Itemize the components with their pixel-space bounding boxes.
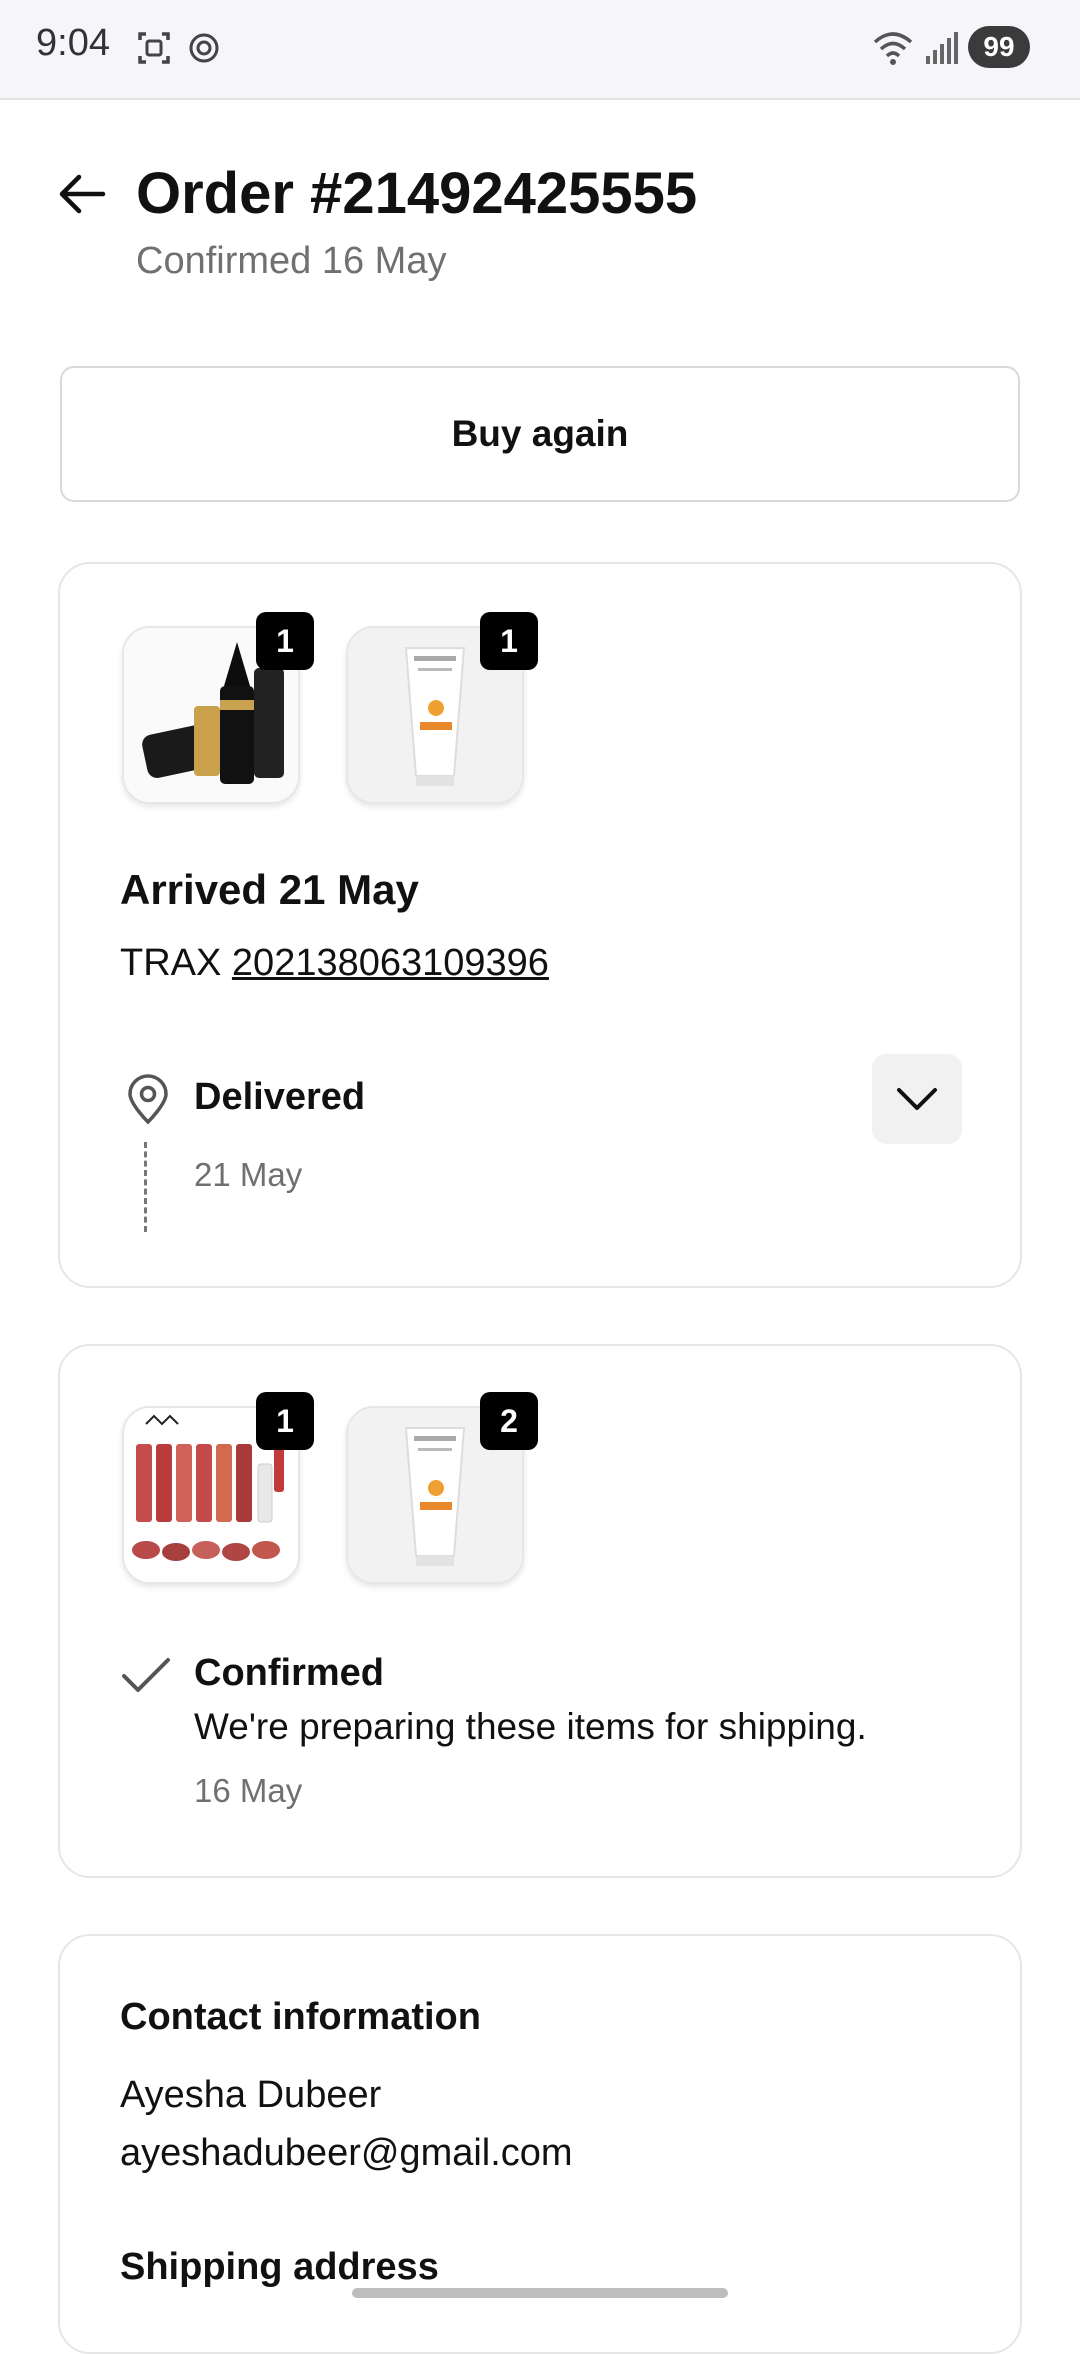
arrow-left-icon [59,174,106,214]
page-title: Order #21492425555 [136,161,698,226]
quantity-value: 1 [276,622,294,659]
page-subtitle: Confirmed 16 May [136,240,447,282]
expand-tracking-button[interactable] [872,1054,962,1144]
battery-level: 99 [983,31,1015,62]
confirmed-status: Confirmed [194,1652,384,1694]
location-pin-icon [128,1074,168,1125]
quantity-value: 1 [500,622,518,659]
quantity-value: 2 [500,1402,518,1439]
quantity-badge: 1 [256,612,314,670]
buy-again-label: Buy again [451,413,629,454]
battery-indicator: 99 [968,26,1030,68]
shipping-section-title: Shipping address [120,2246,439,2288]
carrier-name: TRAX [120,942,222,984]
checkmark-icon [122,1658,170,1692]
delivery-status: Delivered [194,1076,366,1118]
contact-name: Ayesha Dubeer [120,2074,382,2116]
chevron-down-icon [897,1088,937,1110]
home-indicator[interactable] [352,2288,728,2298]
quantity-badge: 1 [480,612,538,670]
shipment-card-confirmed: 1 2 Confirmed We're preparing these item… [58,1344,1022,1878]
status-bar: 9:04 99 [0,0,1080,100]
tracking-number-link[interactable]: 202138063109396 [232,942,549,984]
contact-section-title: Contact information [120,1996,481,2038]
signal-icon [926,32,958,64]
status-time: 9:04 [36,22,110,64]
arrival-status: Arrived 21 May [120,866,419,913]
contact-email: ayeshadubeer@gmail.com [120,2132,573,2174]
quantity-value: 1 [276,1402,294,1439]
delivery-date: 21 May [194,1156,303,1193]
openai-icon [189,33,219,63]
confirmed-message: We're preparing these items for shipping… [194,1706,867,1747]
wifi-icon [873,32,913,65]
confirmed-date: 16 May [194,1772,303,1809]
back-button[interactable] [52,164,112,224]
quantity-badge: 2 [480,1392,538,1450]
shipment-card-delivered: 1 1 Arrived 21 May TRAX 202138063109396 … [58,562,1022,1288]
tracking-info: TRAX 202138063109396 [120,942,549,985]
timeline-connector [144,1142,147,1232]
quantity-badge: 1 [256,1392,314,1450]
screenshot-icon [138,32,170,64]
buy-again-button[interactable]: Buy again [60,366,1020,502]
